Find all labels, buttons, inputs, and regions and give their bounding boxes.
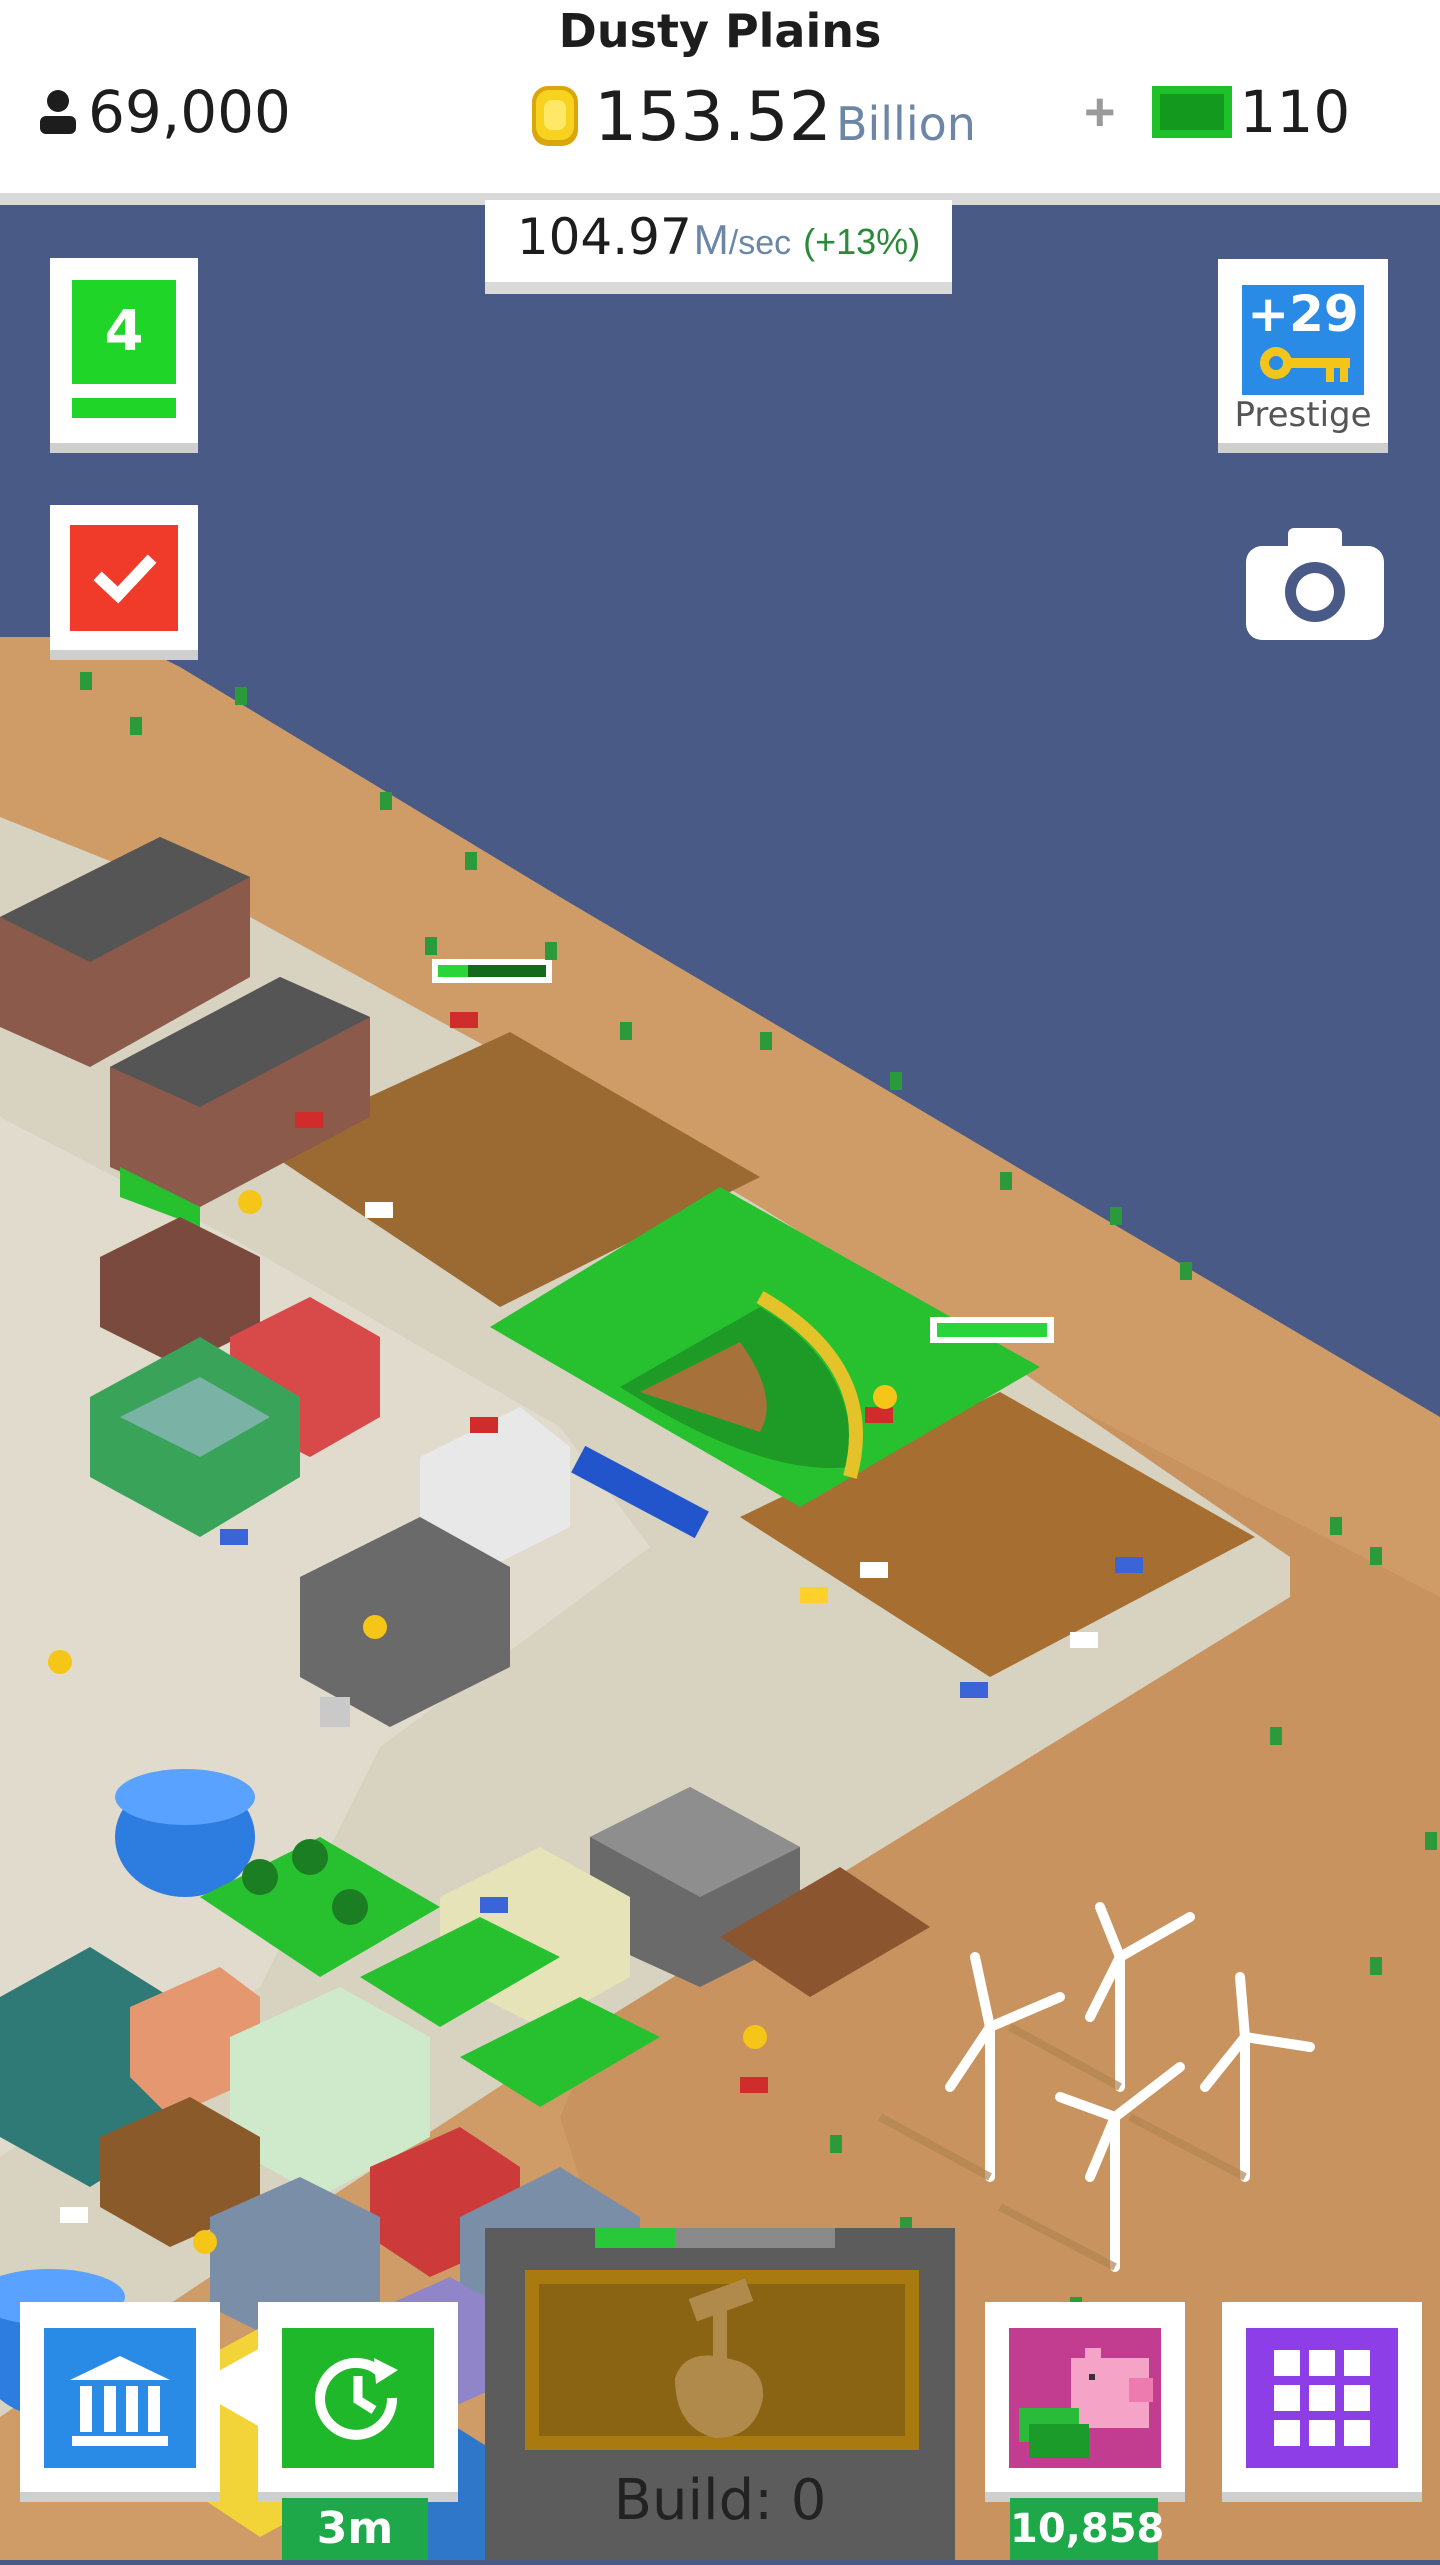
city-name: Dusty Plains xyxy=(558,4,882,58)
menu-grid-button[interactable] xyxy=(1222,2302,1422,2502)
bank-button[interactable] xyxy=(20,2302,220,2502)
camera-button[interactable] xyxy=(1246,528,1384,640)
tasks-button[interactable] xyxy=(50,505,198,660)
top-bar: Dusty Plains 69,000 153.52 Billion + 110 xyxy=(0,0,1440,205)
piggy-bank-icon xyxy=(1009,2328,1161,2468)
income-rate: 104.97 M /sec (+13%) xyxy=(485,200,952,294)
population-value: 69,000 xyxy=(88,78,291,146)
level-button[interactable]: 4 xyxy=(50,258,198,453)
grid-icon xyxy=(1246,2328,1398,2468)
income-bonus: (+13%) xyxy=(803,221,921,262)
cash-value: 110 xyxy=(1239,78,1351,146)
cash-counter: + 110 xyxy=(1084,72,1350,152)
prestige-keys: +29 xyxy=(1247,285,1359,343)
time-warp-label: 3m xyxy=(282,2498,428,2560)
coin-icon xyxy=(532,86,578,146)
map-canvas[interactable] xyxy=(0,217,1440,2560)
build-button[interactable]: Build: 0 xyxy=(485,2228,955,2560)
population-counter: 69,000 xyxy=(36,72,291,152)
income-value: 104.97 xyxy=(516,208,692,266)
income-per: /sec xyxy=(728,224,792,262)
prestige-label: Prestige xyxy=(1234,395,1372,435)
time-warp-button[interactable] xyxy=(258,2302,458,2502)
piggy-bank-value: 10,858 xyxy=(1010,2498,1164,2560)
hammer-hand-icon xyxy=(675,2278,764,2438)
build-progress xyxy=(595,2228,675,2248)
prestige-button[interactable]: +29 Prestige xyxy=(1218,259,1388,453)
cash-bill-icon xyxy=(1151,86,1232,138)
clock-refresh-icon xyxy=(282,2328,434,2468)
money-counter: 153.52 Billion xyxy=(526,72,976,162)
checkmark-icon xyxy=(93,554,157,604)
level-progress-bar xyxy=(72,398,176,418)
city-map[interactable] xyxy=(0,217,1440,2560)
level-value: 4 xyxy=(104,299,144,364)
money-value: 153.52 xyxy=(594,77,832,157)
piggy-bank-button[interactable] xyxy=(985,2302,1185,2502)
person-icon xyxy=(40,90,76,134)
build-label: Build: 0 xyxy=(613,2468,827,2533)
bank-icon xyxy=(44,2328,196,2468)
income-unit: M xyxy=(693,216,729,263)
money-unit: Billion xyxy=(835,97,976,151)
buy-cash-button[interactable]: + xyxy=(1084,81,1116,143)
